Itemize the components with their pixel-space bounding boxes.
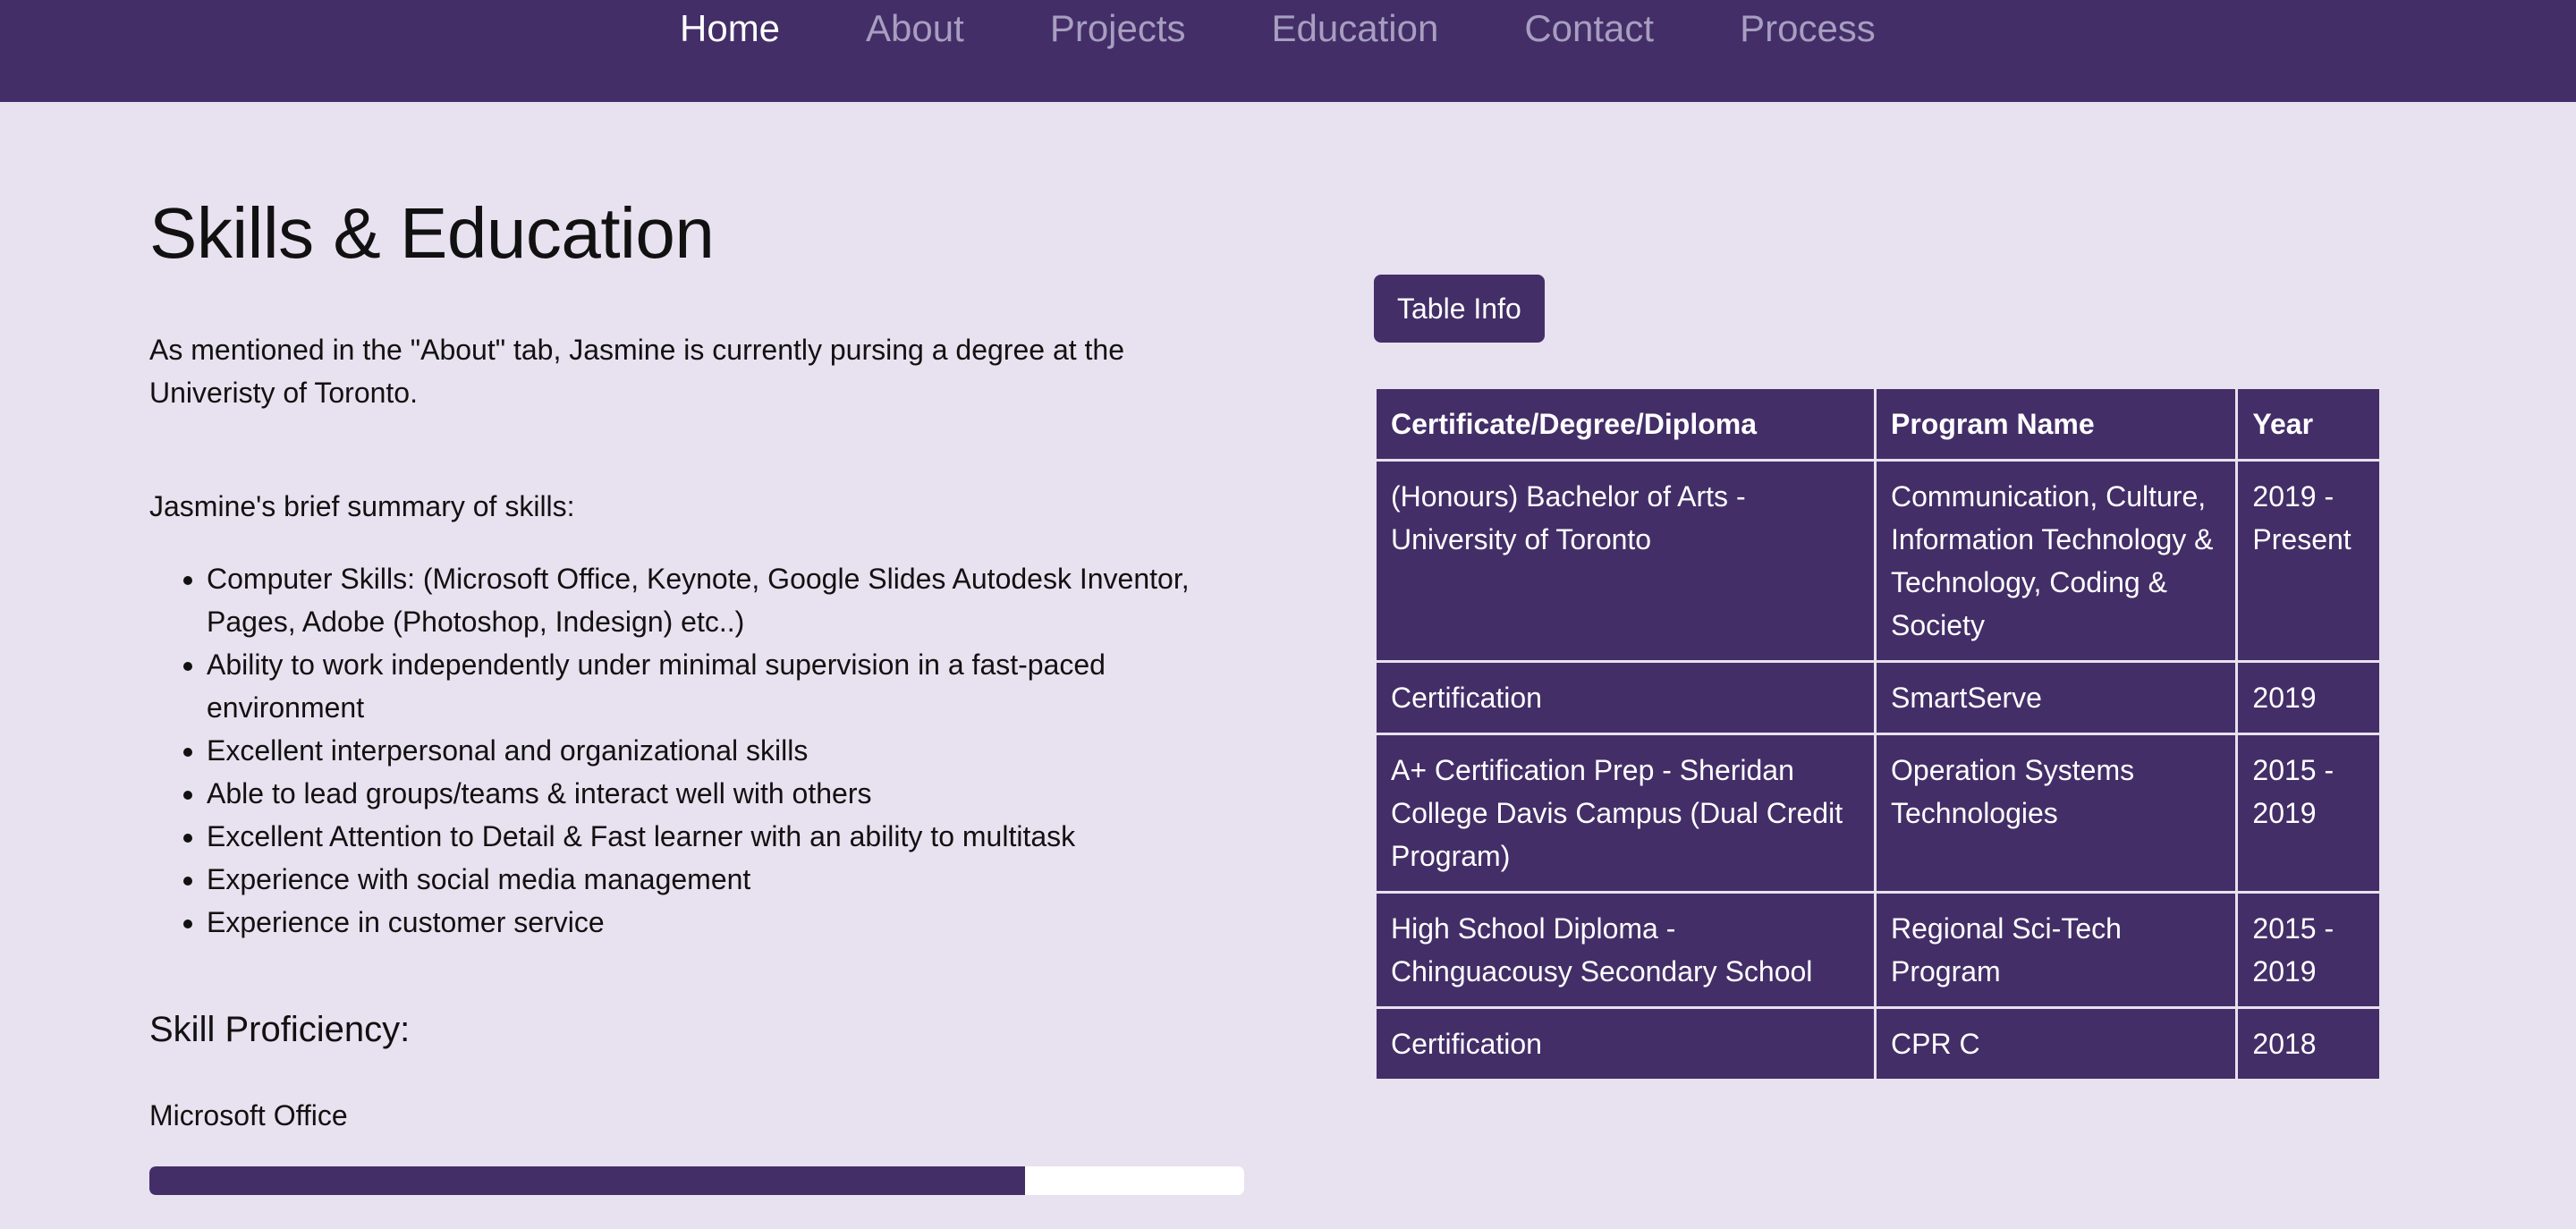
skill-item: Ability to work independently under mini… bbox=[207, 643, 1250, 729]
table-info-button[interactable]: Table Info bbox=[1374, 275, 1545, 343]
cell-program: Operation Systems Technologies bbox=[1873, 733, 2239, 894]
cell-program: CPR C bbox=[1873, 1006, 2239, 1081]
skills-section: Skills & Education As mentioned in the "… bbox=[149, 179, 1250, 1195]
education-table: Certificate/Degree/Diploma Program Name … bbox=[1374, 386, 2382, 1081]
intro-paragraph: As mentioned in the "About" tab, Jasmine… bbox=[149, 334, 1124, 409]
skill-item: Experience with social media management bbox=[207, 858, 1250, 901]
header-year: Year bbox=[2235, 386, 2382, 462]
cell-certificate: Certification bbox=[1374, 1006, 1877, 1081]
nav-item-process[interactable]: Process bbox=[1740, 5, 1876, 52]
skill-item: Computer Skills: (Microsoft Office, Keyn… bbox=[207, 557, 1250, 643]
cell-certificate: High School Diploma - Chinguacousy Secon… bbox=[1374, 891, 1877, 1009]
proficiency-bar bbox=[149, 1166, 1244, 1195]
cell-program: Regional Sci-Tech Program bbox=[1873, 891, 2239, 1009]
header-program: Program Name bbox=[1873, 386, 2239, 462]
skill-item: Excellent interpersonal and organization… bbox=[207, 729, 1250, 772]
skills-summary-label: Jasmine's brief summary of skills: bbox=[149, 490, 575, 522]
cell-certificate: (Honours) Bachelor of Arts - University … bbox=[1374, 459, 1877, 663]
top-navbar: Home About Projects Education Contact Pr… bbox=[0, 0, 2576, 102]
cell-year: 2019 - Present bbox=[2235, 459, 2382, 663]
cell-year: 2018 bbox=[2235, 1006, 2382, 1081]
page-title: Skills & Education bbox=[149, 193, 715, 273]
cell-year: 2019 bbox=[2235, 660, 2382, 735]
cell-certificate: Certification bbox=[1374, 660, 1877, 735]
table-row: A+ Certification Prep - Sheridan College… bbox=[1374, 733, 2382, 894]
proficiency-bar-fill bbox=[149, 1166, 1026, 1195]
skills-list: Computer Skills: (Microsoft Office, Keyn… bbox=[149, 557, 1250, 944]
table-row: (Honours) Bachelor of Arts - University … bbox=[1374, 459, 2382, 663]
table-row: High School Diploma - Chinguacousy Secon… bbox=[1374, 891, 2382, 1009]
table-header-row: Certificate/Degree/Diploma Program Name … bbox=[1374, 386, 2382, 462]
cell-program: SmartServe bbox=[1873, 660, 2239, 735]
table-row: Certification SmartServe 2019 bbox=[1374, 660, 2382, 735]
nav-list: Home About Projects Education Contact Pr… bbox=[680, 5, 1962, 52]
skill-item: Experience in customer service bbox=[207, 901, 1250, 944]
skill-item: Excellent Attention to Detail & Fast lea… bbox=[207, 815, 1250, 858]
skill-item: Able to lead groups/teams & interact wel… bbox=[207, 772, 1250, 815]
cell-certificate: A+ Certification Prep - Sheridan College… bbox=[1374, 733, 1877, 894]
header-certificate: Certificate/Degree/Diploma bbox=[1374, 386, 1877, 462]
proficiency-label: Microsoft Office bbox=[149, 1099, 348, 1132]
cell-program: Communication, Culture, Information Tech… bbox=[1873, 459, 2239, 663]
cell-year: 2015 - 2019 bbox=[2235, 733, 2382, 894]
nav-item-contact[interactable]: Contact bbox=[1524, 5, 1654, 52]
nav-item-education[interactable]: Education bbox=[1272, 5, 1439, 52]
nav-item-about[interactable]: About bbox=[866, 5, 964, 52]
cell-year: 2015 - 2019 bbox=[2235, 891, 2382, 1009]
skill-proficiency-heading: Skill Proficiency: bbox=[149, 1010, 411, 1049]
nav-item-home[interactable]: Home bbox=[680, 5, 780, 52]
education-section: Table Info Certificate/Degree/Diploma Pr… bbox=[1374, 275, 2382, 1081]
nav-item-projects[interactable]: Projects bbox=[1050, 5, 1186, 52]
table-row: Certification CPR C 2018 bbox=[1374, 1006, 2382, 1081]
